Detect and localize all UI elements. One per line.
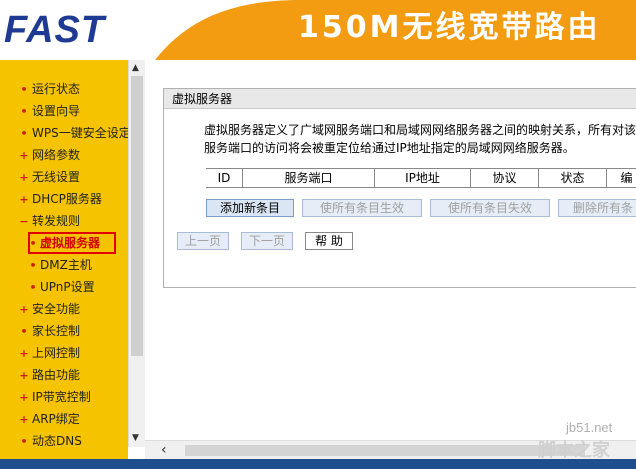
col-protocol: 协议: [470, 169, 538, 187]
expand-plus-icon: +: [19, 369, 29, 382]
description: 虚拟服务器定义了广域网服务端口和局域网网络服务器之间的映射关系，所有对该 服务端…: [204, 123, 636, 155]
expand-plus-icon: +: [19, 391, 29, 404]
scroll-down-icon[interactable]: ▼: [132, 434, 139, 443]
expand-plus-icon: +: [19, 193, 29, 206]
sidebar-item-network-params[interactable]: + 网络参数: [0, 144, 128, 166]
sidebar-item-ddns[interactable]: • 动态DNS: [0, 430, 128, 452]
bullet-icon: •: [20, 435, 28, 448]
col-id: ID: [217, 171, 231, 185]
sidebar-item-security[interactable]: + 安全功能: [0, 298, 128, 320]
expand-plus-icon: +: [19, 149, 29, 162]
expand-plus-icon: +: [19, 413, 29, 426]
header-banner: FAST 150M无线宽带路由: [0, 0, 636, 60]
col-status: 状态: [538, 169, 606, 187]
collapse-minus-icon: −: [19, 215, 29, 228]
sidebar-item-dhcp[interactable]: + DHCP服务器: [0, 188, 128, 210]
col-service-port: 服务端口: [242, 169, 374, 187]
sidebar-item-dmz[interactable]: • DMZ主机: [0, 254, 128, 276]
watermark-url: jb51.net: [566, 420, 613, 435]
sidebar-item-forwarding[interactable]: − 转发规则: [0, 210, 128, 232]
help-button[interactable]: 帮 助: [305, 232, 353, 250]
col-ip-address: IP地址: [374, 169, 470, 187]
enable-all-button[interactable]: 使所有条目生效: [302, 199, 422, 217]
server-table-header: ID 服务端口 IP地址 协议 状态 编: [206, 168, 636, 188]
col-edit: 编: [606, 169, 636, 187]
bullet-icon: •: [20, 83, 28, 96]
main-content: 虚拟服务器 虚拟服务器定义了广域网服务端口和局域网网络服务器之间的映射关系，所有…: [145, 60, 636, 440]
sidebar-item-running-status[interactable]: • 运行状态: [0, 78, 128, 100]
sidebar-item-access-control[interactable]: + 上网控制: [0, 342, 128, 364]
watermark-name: 脚本之家: [538, 440, 610, 461]
vertical-scrollbar[interactable]: ▲ ▼: [128, 60, 145, 447]
bullet-icon: •: [20, 127, 28, 140]
delete-all-button[interactable]: 删除所有条: [558, 199, 636, 217]
bullet-icon: •: [20, 325, 28, 338]
sidebar-item-wps[interactable]: • WPS一键安全设定: [0, 122, 130, 144]
product-title: 150M无线宽带路由: [298, 10, 601, 45]
next-page-button[interactable]: 下一页: [241, 232, 293, 250]
selection-highlight: [28, 232, 116, 254]
sidebar-item-routing[interactable]: + 路由功能: [0, 364, 128, 386]
expand-plus-icon: +: [19, 171, 29, 184]
router-admin-window: FAST 150M无线宽带路由 • 运行状态 • 设置向导 • WPS一键安全设定 +…: [0, 0, 636, 469]
scroll-up-icon[interactable]: ▲: [132, 64, 139, 73]
sidebar-item-upnp[interactable]: • UPnP设置: [0, 276, 128, 298]
sidebar-menu: • 运行状态 • 设置向导 • WPS一键安全设定 + 网络参数 + 无线设置 + DHCP…: [0, 60, 131, 460]
add-entry-button[interactable]: 添加新条目: [206, 199, 294, 217]
scroll-left-icon[interactable]: ‹: [161, 443, 167, 457]
sidebar-item-parental[interactable]: • 家长控制: [0, 320, 128, 342]
virtual-server-panel: 虚拟服务器 虚拟服务器定义了广域网服务端口和局域网网络服务器之间的映射关系，所有…: [163, 88, 636, 288]
bullet-icon: •: [29, 259, 37, 272]
bullet-icon: •: [20, 105, 28, 118]
sidebar-item-wireless[interactable]: + 无线设置: [0, 166, 128, 188]
fast-logo: FAST: [4, 9, 106, 51]
hscroll-thumb[interactable]: [185, 445, 585, 456]
disable-all-button[interactable]: 使所有条目失效: [430, 199, 550, 217]
sidebar-item-bandwidth[interactable]: + IP带宽控制: [0, 386, 128, 408]
prev-page-button[interactable]: 上一页: [177, 232, 229, 250]
sidebar-item-arp[interactable]: + ARP绑定: [0, 408, 128, 430]
expand-plus-icon: +: [19, 347, 29, 360]
expand-plus-icon: +: [19, 303, 29, 316]
scroll-thumb[interactable]: [131, 76, 143, 356]
bullet-icon: •: [29, 281, 37, 294]
panel-title: 虚拟服务器: [164, 89, 636, 109]
sidebar-item-setup-wizard[interactable]: • 设置向导: [0, 100, 128, 122]
